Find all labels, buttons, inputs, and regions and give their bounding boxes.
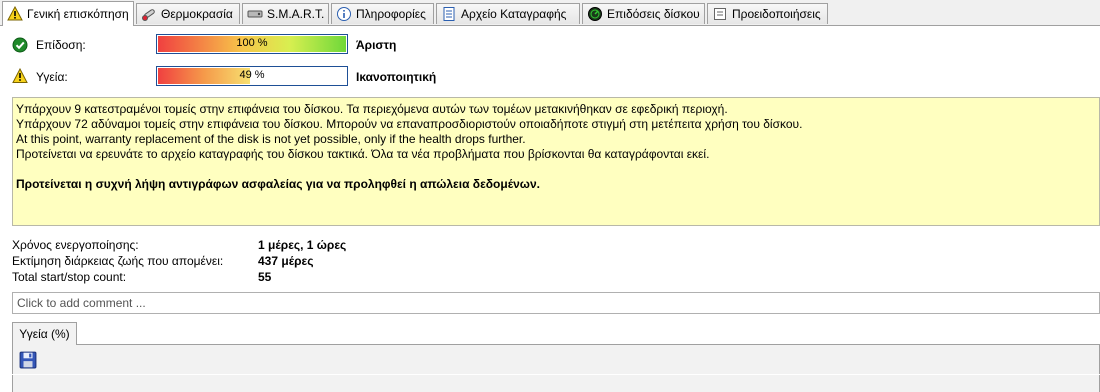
tab-alerts[interactable]: Προειδοποιήσεις <box>707 3 828 24</box>
health-verdict: Ικανοποιητική <box>356 70 437 84</box>
health-label: Υγεία: <box>36 70 68 84</box>
tab-disk-performance[interactable]: Επιδόσεις δίσκου <box>582 3 705 24</box>
log-icon <box>443 7 455 21</box>
alerts-icon <box>714 8 726 20</box>
performance-verdict: Άριστη <box>356 38 397 52</box>
performance-label: Επίδοση: <box>36 38 86 52</box>
power-on-time-label: Χρόνος ενεργοποίησης: <box>12 238 139 252</box>
warning-icon <box>12 68 28 83</box>
start-stop-count-value: 55 <box>258 270 272 284</box>
tab-label: Πληροφορίες <box>356 7 426 21</box>
check-icon <box>12 37 28 53</box>
message-line: Υπάρχουν 9 κατεστραμένοι τομείς στην επι… <box>16 102 728 116</box>
performance-icon <box>588 7 602 21</box>
smart-icon <box>247 10 263 18</box>
tab-label: Γενική επισκόπηση <box>27 7 129 21</box>
tab-label: Προειδοποιήσεις <box>732 7 821 21</box>
tab-smart[interactable]: S.M.A.R.T. <box>242 3 329 24</box>
health-bar: 49 % <box>156 66 348 86</box>
health-chart-panel <box>12 344 1100 392</box>
info-icon <box>337 7 351 21</box>
message-line: At this point, warranty replacement of t… <box>16 132 526 146</box>
panel-divider <box>12 374 1100 375</box>
warning-icon <box>7 6 23 21</box>
tab-temperature[interactable]: Θερμοκρασία <box>136 3 240 24</box>
comment-field[interactable]: Click to add comment ... <box>12 292 1100 314</box>
remaining-lifetime-label: Εκτίμηση διάρκειας ζωής που απομένει: <box>12 254 224 268</box>
power-on-time-value: 1 μέρες, 1 ώρες <box>258 238 347 252</box>
tab-strip: Γενική επισκόπηση Θερμοκρασία S.M.A.R.T.… <box>0 0 1100 26</box>
remaining-lifetime-value: 437 μέρες <box>258 254 314 268</box>
message-line: Προτείνεται να ερευνάτε το αρχείο καταγρ… <box>16 147 710 161</box>
save-icon[interactable] <box>19 351 37 369</box>
tab-label: Θερμοκρασία <box>161 7 233 21</box>
performance-percent: 100 % <box>236 37 268 49</box>
thermometer-icon <box>142 9 155 21</box>
tab-label: Αρχείο Καταγραφής <box>461 7 567 21</box>
health-percent: 49 % <box>239 69 265 81</box>
health-message-box: Υπάρχουν 9 κατεστραμένοι τομείς στην επι… <box>12 97 1100 226</box>
performance-bar: 100 % <box>156 34 348 54</box>
tab-info[interactable]: Πληροφορίες <box>331 3 434 24</box>
tab-overview[interactable]: Γενική επισκόπηση <box>2 1 134 26</box>
tab-health-percent[interactable]: Υγεία (%) <box>12 322 77 345</box>
message-recommendation: Προτείνεται η συχνή λήψη αντιγράφων ασφα… <box>16 177 540 191</box>
tab-label: S.M.A.R.T. <box>267 7 325 21</box>
tab-label: Επιδόσεις δίσκου <box>607 7 700 21</box>
start-stop-count-label: Total start/stop count: <box>12 270 127 284</box>
tab-log[interactable]: Αρχείο Καταγραφής <box>436 3 580 24</box>
message-line: Υπάρχουν 72 αδύναμοι τομείς στην επιφάνε… <box>16 117 803 131</box>
